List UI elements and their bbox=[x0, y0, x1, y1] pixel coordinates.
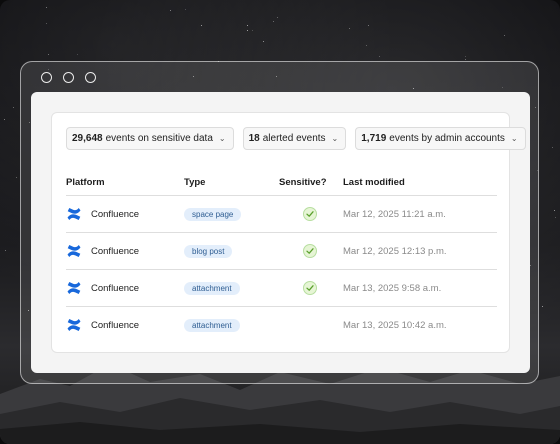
star bbox=[262, 41, 264, 43]
filter-count: 18 bbox=[248, 133, 260, 144]
star bbox=[504, 34, 506, 36]
check-icon bbox=[303, 281, 317, 295]
platform-name: Confluence bbox=[91, 319, 140, 331]
star bbox=[465, 55, 467, 57]
sensitive-cell bbox=[279, 244, 341, 258]
filter-count: 29,648 bbox=[72, 133, 103, 144]
window-dot-maximize[interactable] bbox=[85, 72, 96, 83]
star bbox=[246, 24, 248, 26]
check-icon bbox=[303, 207, 317, 221]
events-table: Platform Type Sensitive? Last modified C… bbox=[66, 169, 497, 343]
star bbox=[554, 217, 556, 219]
sensitive-cell bbox=[279, 207, 341, 221]
star bbox=[542, 305, 544, 307]
star bbox=[551, 147, 553, 149]
platform-name: Confluence bbox=[91, 245, 140, 257]
star bbox=[47, 53, 49, 55]
star bbox=[252, 29, 254, 31]
star bbox=[273, 21, 275, 23]
confluence-logo-icon bbox=[67, 208, 81, 220]
events-card: 29,648 events on sensitive data ⌄ 18 ale… bbox=[51, 112, 526, 353]
star bbox=[16, 177, 18, 179]
header-type[interactable]: Type bbox=[184, 177, 279, 188]
filter-label: alerted events bbox=[262, 133, 326, 144]
star bbox=[185, 9, 187, 11]
window-controls bbox=[41, 72, 96, 83]
type-cell: blog post bbox=[184, 244, 279, 258]
table-row[interactable]: Confluence attachment Mar 13, 2025 9:58 … bbox=[66, 270, 497, 307]
window-dot-minimize[interactable] bbox=[63, 72, 74, 83]
star bbox=[247, 29, 249, 31]
star bbox=[45, 6, 47, 8]
modified-date: Mar 12, 2025 11:21 a.m. bbox=[343, 208, 446, 220]
modified-date: Mar 12, 2025 12:13 p.m. bbox=[343, 245, 447, 257]
type-tag: space page bbox=[184, 207, 242, 221]
chevron-down-icon: ⌄ bbox=[218, 134, 226, 143]
table-row[interactable]: Confluence blog post Mar 12, 2025 12:13 … bbox=[66, 233, 497, 270]
confluence-logo-icon bbox=[67, 245, 81, 257]
star bbox=[276, 17, 278, 19]
type-cell: attachment bbox=[184, 318, 279, 332]
confluence-logo-icon bbox=[67, 282, 81, 294]
platform-cell: Confluence bbox=[66, 280, 184, 296]
check-icon bbox=[303, 244, 317, 258]
header-platform[interactable]: Platform bbox=[66, 177, 184, 188]
platform-cell: Confluence bbox=[66, 317, 184, 333]
platform-name: Confluence bbox=[91, 282, 140, 294]
table-header: Platform Type Sensitive? Last modified bbox=[66, 169, 497, 196]
type-tag: attachment bbox=[184, 318, 240, 332]
star bbox=[379, 55, 381, 57]
star bbox=[3, 118, 5, 120]
chevron-down-icon: ⌄ bbox=[331, 134, 339, 143]
modified-date: Mar 13, 2025 9:58 a.m. bbox=[343, 282, 442, 294]
filter-bar: 29,648 events on sensitive data ⌄ 18 ale… bbox=[66, 127, 526, 150]
filter-label: events on sensitive data bbox=[105, 133, 213, 144]
star bbox=[170, 9, 172, 11]
confluence-logo-icon bbox=[67, 319, 81, 331]
table-row[interactable]: Confluence space page Mar 12, 2025 11:21… bbox=[66, 196, 497, 233]
filter-alerted-events[interactable]: 18 alerted events ⌄ bbox=[242, 127, 347, 150]
star bbox=[554, 209, 556, 211]
header-sensitive[interactable]: Sensitive? bbox=[279, 177, 341, 188]
type-tag: attachment bbox=[184, 281, 240, 295]
platform-name: Confluence bbox=[91, 208, 140, 220]
modified-date: Mar 13, 2025 10:42 a.m. bbox=[343, 319, 447, 331]
sensitive-cell bbox=[279, 281, 341, 295]
star bbox=[201, 25, 203, 27]
star bbox=[13, 106, 15, 108]
table-row[interactable]: Confluence attachment Mar 13, 2025 10:42… bbox=[66, 307, 497, 343]
star bbox=[76, 54, 78, 56]
platform-cell: Confluence bbox=[66, 206, 184, 222]
filter-label: events by admin accounts bbox=[389, 133, 505, 144]
star bbox=[46, 22, 48, 24]
star bbox=[4, 249, 6, 251]
type-cell: attachment bbox=[184, 281, 279, 295]
window-dot-close[interactable] bbox=[41, 72, 52, 83]
star bbox=[349, 28, 351, 30]
filter-admin-accounts[interactable]: 1,719 events by admin accounts ⌄ bbox=[355, 127, 526, 150]
star bbox=[365, 44, 367, 46]
type-cell: space page bbox=[184, 207, 279, 221]
star bbox=[464, 58, 466, 60]
filter-sensitive-data[interactable]: 29,648 events on sensitive data ⌄ bbox=[66, 127, 234, 150]
header-last-modified[interactable]: Last modified bbox=[341, 177, 497, 188]
chevron-down-icon: ⌄ bbox=[510, 134, 518, 143]
filter-count: 1,719 bbox=[361, 133, 387, 144]
star bbox=[368, 25, 370, 27]
platform-cell: Confluence bbox=[66, 243, 184, 259]
type-tag: blog post bbox=[184, 244, 233, 258]
